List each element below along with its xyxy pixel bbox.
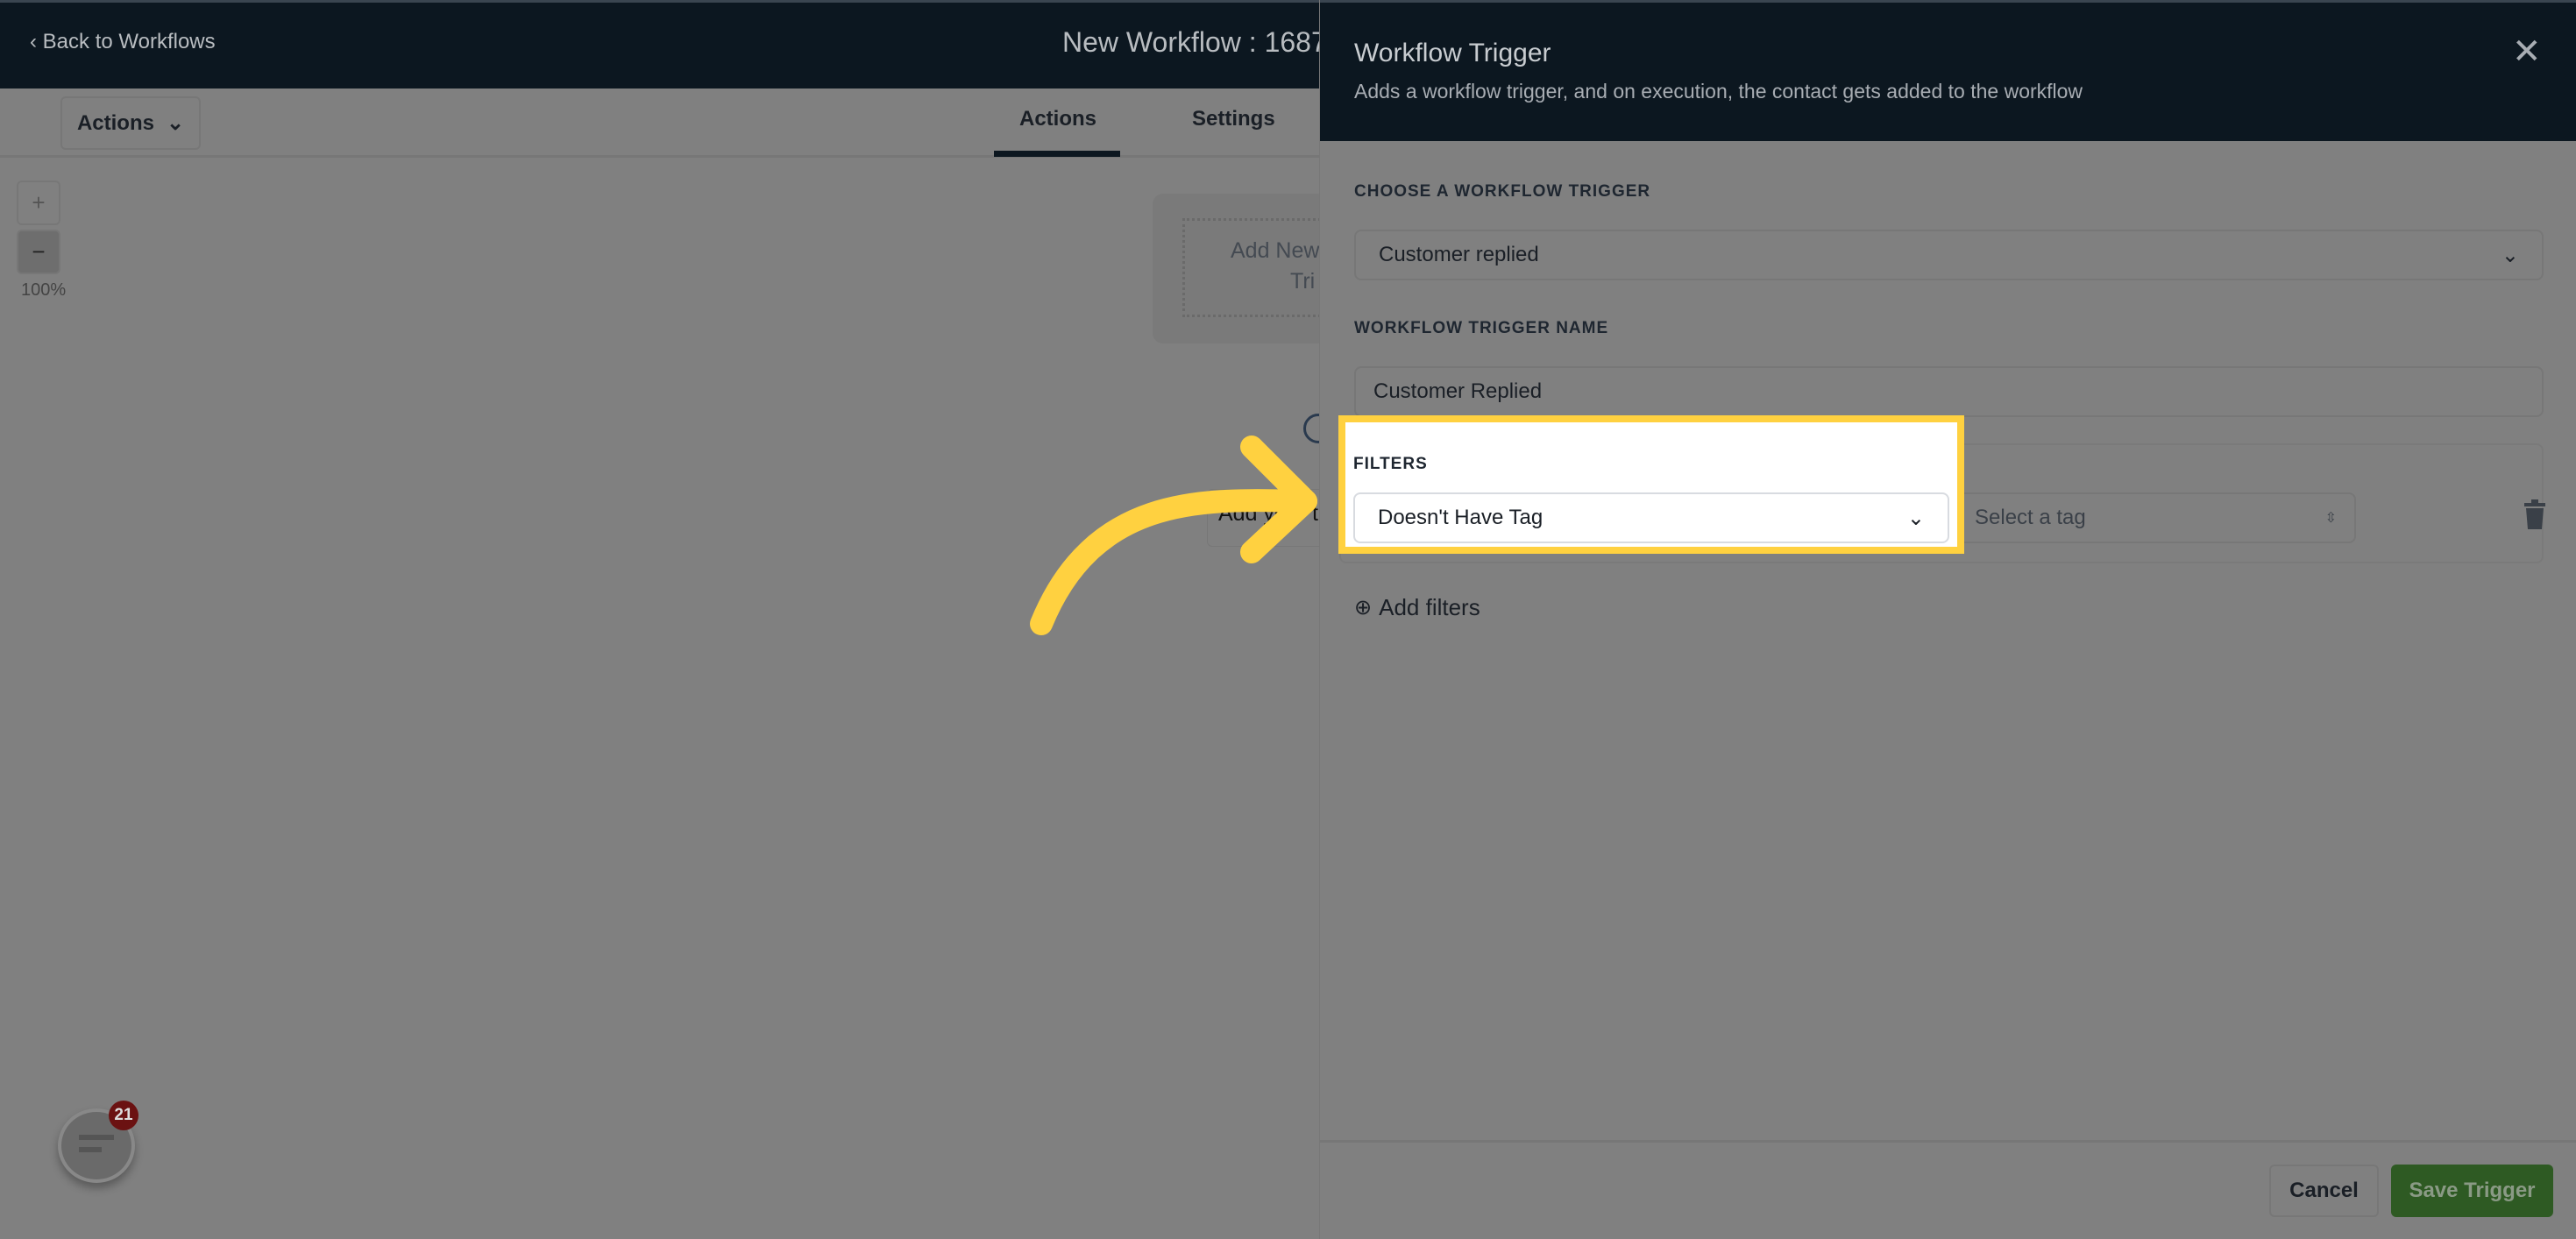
- plus-circle-icon: ⊕: [1354, 596, 1373, 620]
- add-filters-label: Add filters: [1379, 594, 1480, 620]
- filter-value: Doesn't Have Tag: [1378, 506, 1543, 529]
- trigger-value: Customer replied: [1379, 243, 1539, 266]
- actions-label: Actions: [76, 110, 154, 135]
- filters-highlight: FILTERS Doesn't Have Tag ⌄: [1338, 415, 1964, 554]
- trash-icon[interactable]: [2523, 499, 2546, 529]
- trigger-name-label: WORKFLOW TRIGGER NAME: [1354, 319, 1609, 337]
- back-label: Back to Workflows: [42, 30, 216, 53]
- filter-type-select[interactable]: Doesn't Have Tag ⌄: [1353, 492, 1949, 543]
- notification-badge: 21: [109, 1101, 138, 1130]
- trigger-select[interactable]: Customer replied ⌄: [1354, 230, 2544, 280]
- chat-icon-line: [79, 1147, 102, 1152]
- add-trigger-text-2: Tri: [1290, 269, 1316, 294]
- chevron-down-icon: ⌄: [166, 111, 185, 135]
- trigger-label: CHOOSE A WORKFLOW TRIGGER: [1354, 182, 1651, 201]
- add-filters-button[interactable]: ⊕ Add filters: [1354, 594, 1480, 621]
- actions-dropdown[interactable]: Actions ⌄: [60, 96, 201, 150]
- cancel-button[interactable]: Cancel: [2269, 1165, 2379, 1217]
- workflow-trigger-panel: Workflow Trigger Adds a workflow trigger…: [1319, 0, 2576, 1239]
- chevron-down-icon: ⌄: [2501, 243, 2519, 267]
- add-trigger-text: Add New: [1231, 238, 1320, 263]
- trigger-name-input[interactable]: Customer Replied: [1354, 366, 2544, 417]
- add-trigger-dropzone[interactable]: [1182, 218, 1331, 317]
- panel-title: Workflow Trigger: [1354, 39, 1551, 67]
- tag-placeholder: Select a tag: [1975, 506, 2086, 529]
- updown-icon: ⇳: [2324, 511, 2337, 526]
- chat-icon: [79, 1135, 114, 1140]
- back-to-workflows-link[interactable]: ‹ Back to Workflows: [30, 30, 216, 54]
- add-action-text: Add your t: [1218, 501, 1318, 526]
- workflow-title[interactable]: New Workflow : 1687: [1062, 26, 1327, 59]
- zoom-in-button[interactable]: +: [17, 181, 60, 225]
- zoom-out-button[interactable]: −: [17, 230, 60, 274]
- footer-divider: [1320, 1140, 2576, 1143]
- trigger-name-value: Customer Replied: [1373, 379, 1543, 403]
- panel-subtitle: Adds a workflow trigger, and on executio…: [1354, 80, 2083, 103]
- panel-header: [1320, 0, 2576, 141]
- tag-select[interactable]: Select a tag ⇳: [1955, 492, 2356, 543]
- zoom-level: 100%: [21, 280, 67, 300]
- tab-actions[interactable]: Actions: [1019, 107, 1096, 131]
- save-trigger-button[interactable]: Save Trigger: [2391, 1165, 2553, 1217]
- chevron-down-icon: ⌄: [1906, 506, 1925, 530]
- tab-settings[interactable]: Settings: [1192, 107, 1275, 131]
- active-tab-indicator: [994, 151, 1120, 157]
- filters-label: FILTERS: [1353, 455, 1428, 473]
- close-icon[interactable]: ✕: [2512, 32, 2542, 72]
